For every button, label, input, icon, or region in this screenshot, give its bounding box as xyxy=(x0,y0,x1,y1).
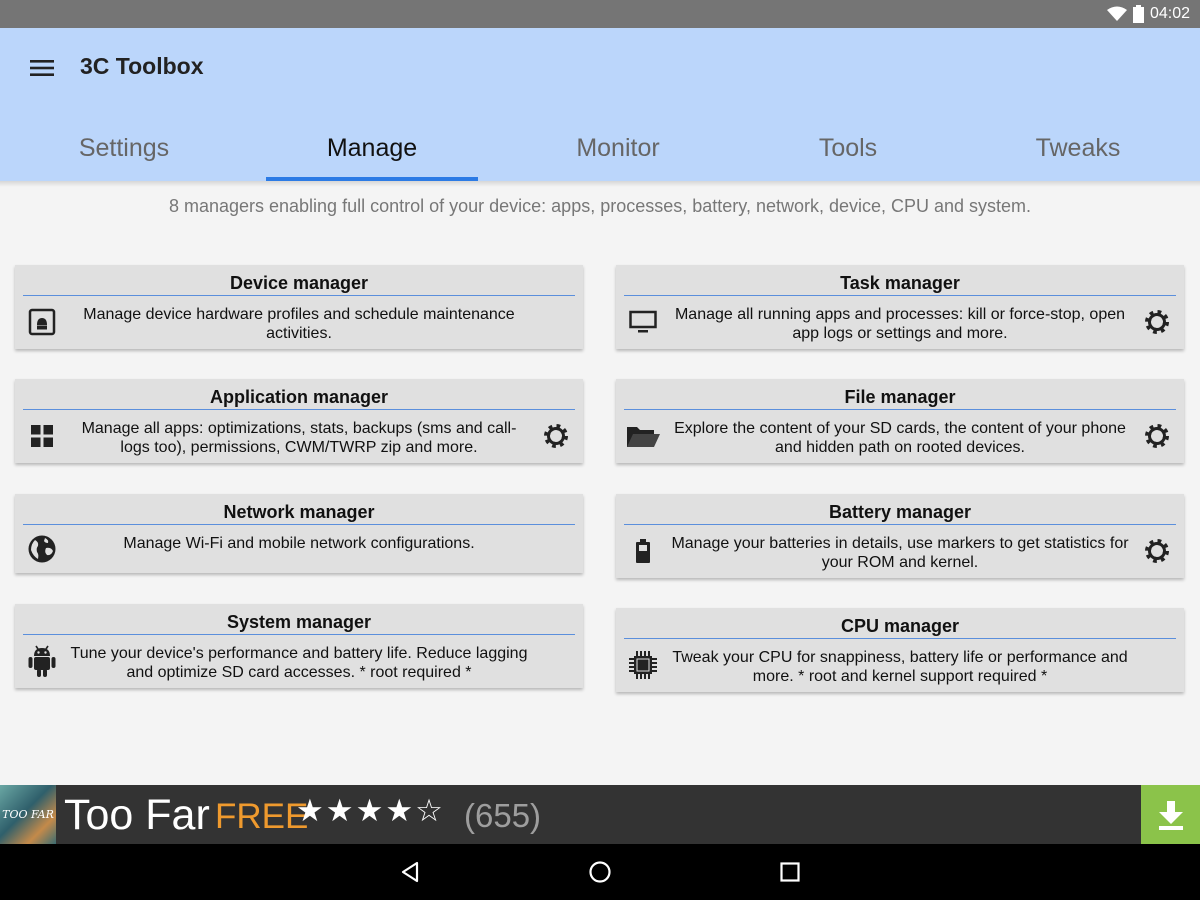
card-battery-manager[interactable]: Battery manager Manage your batteries in… xyxy=(616,494,1184,578)
card-network-manager[interactable]: Network manager Manage Wi-Fi and mobile … xyxy=(15,494,583,573)
app-bar-shadow xyxy=(0,181,1200,187)
back-icon[interactable] xyxy=(396,858,424,886)
card-title: Application manager xyxy=(209,387,389,407)
task-manager-settings-gear-icon[interactable] xyxy=(1142,307,1172,337)
card-cpu-manager[interactable]: CPU manager Tweak your CPU for snappines… xyxy=(616,608,1184,692)
card-description: Tune your device's performance and batte… xyxy=(70,645,528,681)
card-description: Manage all apps: optimizations, stats, b… xyxy=(81,420,517,456)
ad-rating-stars: ★★★★☆ xyxy=(296,793,445,829)
card-description: Manage your batteries in details, use ma… xyxy=(671,535,1129,571)
tab-tools[interactable]: Tools xyxy=(748,116,948,181)
app-bar: 3C Toolbox Settings Manage Monitor Tools… xyxy=(0,28,1200,181)
tab-bar: Settings Manage Monitor Tools Tweaks xyxy=(0,116,1200,181)
device-icon xyxy=(25,305,59,339)
tab-manage[interactable]: Manage xyxy=(266,116,478,181)
menu-icon[interactable] xyxy=(22,48,62,88)
ad-review-count: (655) xyxy=(464,797,542,834)
card-task-manager[interactable]: Task manager Manage all running apps and… xyxy=(616,265,1184,349)
tab-monitor[interactable]: Monitor xyxy=(508,116,728,181)
ad-price: FREE xyxy=(215,797,309,836)
battery-icon xyxy=(626,534,660,568)
ad-app-name[interactable]: Too Far xyxy=(64,791,210,840)
card-title: Task manager xyxy=(840,273,960,293)
status-time: 04:02 xyxy=(1149,5,1190,22)
page-subtitle: 8 managers enabling full control of your… xyxy=(168,196,1032,216)
card-title: Battery manager xyxy=(828,502,972,522)
card-divider xyxy=(23,524,575,525)
card-divider xyxy=(624,409,1176,410)
file-manager-settings-gear-icon[interactable] xyxy=(1142,421,1172,451)
card-description: Tweak your CPU for snappiness, battery l… xyxy=(672,649,1128,685)
battery-manager-settings-gear-icon[interactable] xyxy=(1142,536,1172,566)
card-device-manager[interactable]: Device manager Manage device hardware pr… xyxy=(15,265,583,349)
ad-thumbnail-text: TOO FAR xyxy=(2,808,54,821)
home-icon[interactable] xyxy=(586,858,614,886)
app-title: 3C Toolbox xyxy=(80,53,204,79)
card-divider xyxy=(624,295,1176,296)
folder-icon xyxy=(626,419,660,453)
ad-banner[interactable]: TOO FAR Too Far FREE ★★★★☆ (655) xyxy=(0,785,1200,844)
download-icon[interactable] xyxy=(1141,785,1200,844)
ad-app-thumbnail[interactable]: TOO FAR xyxy=(0,785,56,844)
card-description: Manage device hardware profiles and sche… xyxy=(83,306,515,342)
card-description: Manage all running apps and processes: k… xyxy=(674,306,1126,342)
card-title: File manager xyxy=(844,387,956,407)
apps-grid-icon xyxy=(25,419,59,453)
android-icon xyxy=(25,644,59,678)
card-description: Explore the content of your SD cards, th… xyxy=(674,420,1126,456)
card-application-manager[interactable]: Application manager Manage all apps: opt… xyxy=(15,379,583,463)
battery-icon xyxy=(1132,5,1144,23)
status-bar: 04:02 xyxy=(0,0,1200,28)
monitor-icon xyxy=(626,305,660,339)
navigation-bar xyxy=(0,844,1200,900)
card-title: System manager xyxy=(226,612,372,632)
card-divider xyxy=(23,409,575,410)
card-title: Device manager xyxy=(229,273,369,293)
card-system-manager[interactable]: System manager Tune your device's perfor… xyxy=(15,604,583,688)
card-title: Network manager xyxy=(223,502,375,522)
card-file-manager[interactable]: File manager Explore the content of your… xyxy=(616,379,1184,463)
card-divider xyxy=(23,634,575,635)
card-description: Manage Wi-Fi and mobile network configur… xyxy=(123,535,475,552)
card-divider xyxy=(23,295,575,296)
tab-tweaks[interactable]: Tweaks xyxy=(968,116,1188,181)
cpu-chip-icon xyxy=(626,648,660,682)
card-divider xyxy=(624,638,1176,639)
tab-settings[interactable]: Settings xyxy=(0,116,248,181)
application-manager-settings-gear-icon[interactable] xyxy=(541,421,571,451)
globe-icon xyxy=(25,532,59,566)
card-title: CPU manager xyxy=(840,616,960,636)
card-divider xyxy=(624,524,1176,525)
wifi-icon xyxy=(1106,6,1127,22)
recents-icon[interactable] xyxy=(776,858,804,886)
